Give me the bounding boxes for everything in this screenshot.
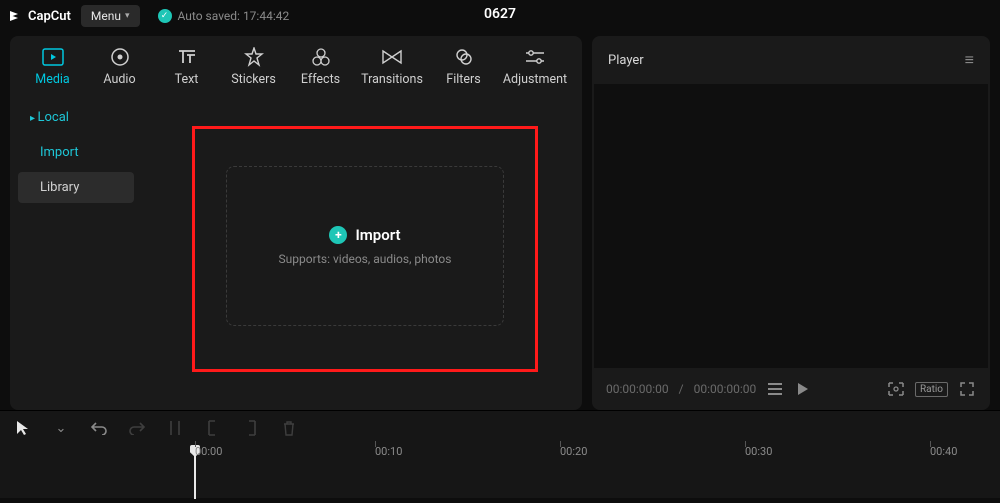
tab-effects[interactable]: Effects [296, 46, 345, 87]
tab-label: Stickers [231, 72, 276, 87]
chevron-down-icon[interactable]: ⌄ [52, 419, 70, 437]
filters-icon [453, 46, 475, 68]
timeline-tick: 00:40 [930, 445, 957, 458]
timeline-tick: 00:10 [375, 445, 402, 458]
delete-icon[interactable] [280, 419, 298, 437]
fullscreen-icon[interactable] [958, 382, 976, 396]
trim-left-icon[interactable] [204, 419, 222, 437]
tab-filters[interactable]: Filters [439, 46, 488, 87]
transitions-icon [381, 46, 403, 68]
import-title-row: + Import [329, 226, 400, 244]
tab-label: Audio [103, 72, 135, 87]
effects-icon [310, 46, 332, 68]
player-title: Player [608, 53, 644, 68]
tab-media[interactable]: Media [28, 46, 77, 87]
frame-capture-icon[interactable] [887, 382, 905, 396]
timeline-toolbar: ⌄ [0, 411, 1000, 445]
sidebar-item-library[interactable]: Library [18, 172, 134, 203]
import-subtitle: Supports: videos, audios, photos [279, 252, 452, 266]
timeline-tick: 00:00 [195, 445, 222, 458]
player-time-current: 00:00:00:00 [606, 382, 669, 396]
autosave-label: Auto saved: 17:44:42 [178, 9, 290, 23]
sidebar-item-import[interactable]: Import [18, 137, 134, 168]
list-icon[interactable] [766, 383, 784, 395]
time-separator: / [679, 382, 684, 396]
tab-label: Effects [301, 72, 340, 87]
trim-right-icon[interactable] [242, 419, 260, 437]
import-dropzone[interactable]: + Import Supports: videos, audios, photo… [226, 166, 504, 326]
text-icon [176, 46, 198, 68]
plus-icon: + [329, 226, 347, 244]
tab-stickers[interactable]: Stickers [229, 46, 278, 87]
app-logo: CapCut [8, 8, 71, 24]
timeline-tick: 00:30 [745, 445, 772, 458]
playhead-line [194, 455, 196, 499]
tab-label: Filters [446, 72, 480, 87]
import-title: Import [355, 226, 400, 244]
cursor-tool-icon[interactable] [14, 419, 32, 437]
import-area: + Import Supports: videos, audios, photo… [142, 92, 582, 410]
player-menu-icon[interactable]: ≡ [965, 50, 974, 70]
audio-icon [109, 46, 131, 68]
tab-label: Text [175, 72, 199, 87]
timeline-ruler[interactable]: 00:00 00:10 00:20 00:30 00:40 [190, 445, 1000, 467]
media-sidebar: Local Import Library [10, 92, 142, 410]
tab-audio[interactable]: Audio [95, 46, 144, 87]
split-icon[interactable] [166, 419, 184, 437]
tab-text[interactable]: Text [162, 46, 211, 87]
adjustment-icon [524, 46, 546, 68]
app-name: CapCut [28, 9, 71, 24]
check-icon: ✓ [158, 9, 172, 23]
tab-adjustment[interactable]: Adjustment [506, 46, 564, 87]
sidebar-item-label: Library [40, 180, 79, 195]
menu-label: Menu [91, 9, 121, 23]
menu-button[interactable]: Menu ▾ [81, 5, 140, 27]
stickers-icon [243, 46, 265, 68]
player-canvas[interactable] [594, 84, 988, 368]
sidebar-item-local[interactable]: Local [18, 102, 134, 133]
media-panel: Media Audio Text Stickers Effects Transi… [10, 36, 582, 410]
sidebar-item-label: Import [40, 145, 79, 160]
tab-label: Adjustment [503, 72, 567, 87]
player-panel: Player ≡ 00:00:00:00 / 00:00:00:00 Ratio [592, 36, 990, 410]
redo-icon[interactable] [128, 419, 146, 437]
tab-label: Media [35, 72, 69, 87]
capcut-logo-icon [8, 8, 24, 24]
tool-tabs: Media Audio Text Stickers Effects Transi… [10, 36, 582, 92]
player-time-total: 00:00:00:00 [694, 382, 757, 396]
undo-icon[interactable] [90, 419, 108, 437]
media-panel-body: Local Import Library + Import Supports: … [10, 92, 582, 410]
player-header: Player ≡ [592, 36, 990, 84]
player-controls: 00:00:00:00 / 00:00:00:00 Ratio [592, 368, 990, 410]
chevron-down-icon: ▾ [125, 11, 130, 21]
topbar: CapCut Menu ▾ ✓ Auto saved: 17:44:42 062… [0, 0, 1000, 32]
sidebar-item-label: Local [38, 110, 69, 125]
project-title: 0627 [484, 6, 516, 22]
autosave-status: ✓ Auto saved: 17:44:42 [158, 9, 290, 23]
ratio-button[interactable]: Ratio [915, 382, 948, 397]
main-region: Media Audio Text Stickers Effects Transi… [0, 32, 1000, 410]
timeline-panel: ⌄ 00:00 00:10 00:20 00:30 00:40 [0, 410, 1000, 498]
media-icon [42, 46, 64, 68]
play-icon[interactable] [794, 382, 812, 396]
tab-transitions[interactable]: Transitions [363, 46, 421, 87]
tab-label: Transitions [361, 72, 423, 87]
timeline-tick: 00:20 [560, 445, 587, 458]
